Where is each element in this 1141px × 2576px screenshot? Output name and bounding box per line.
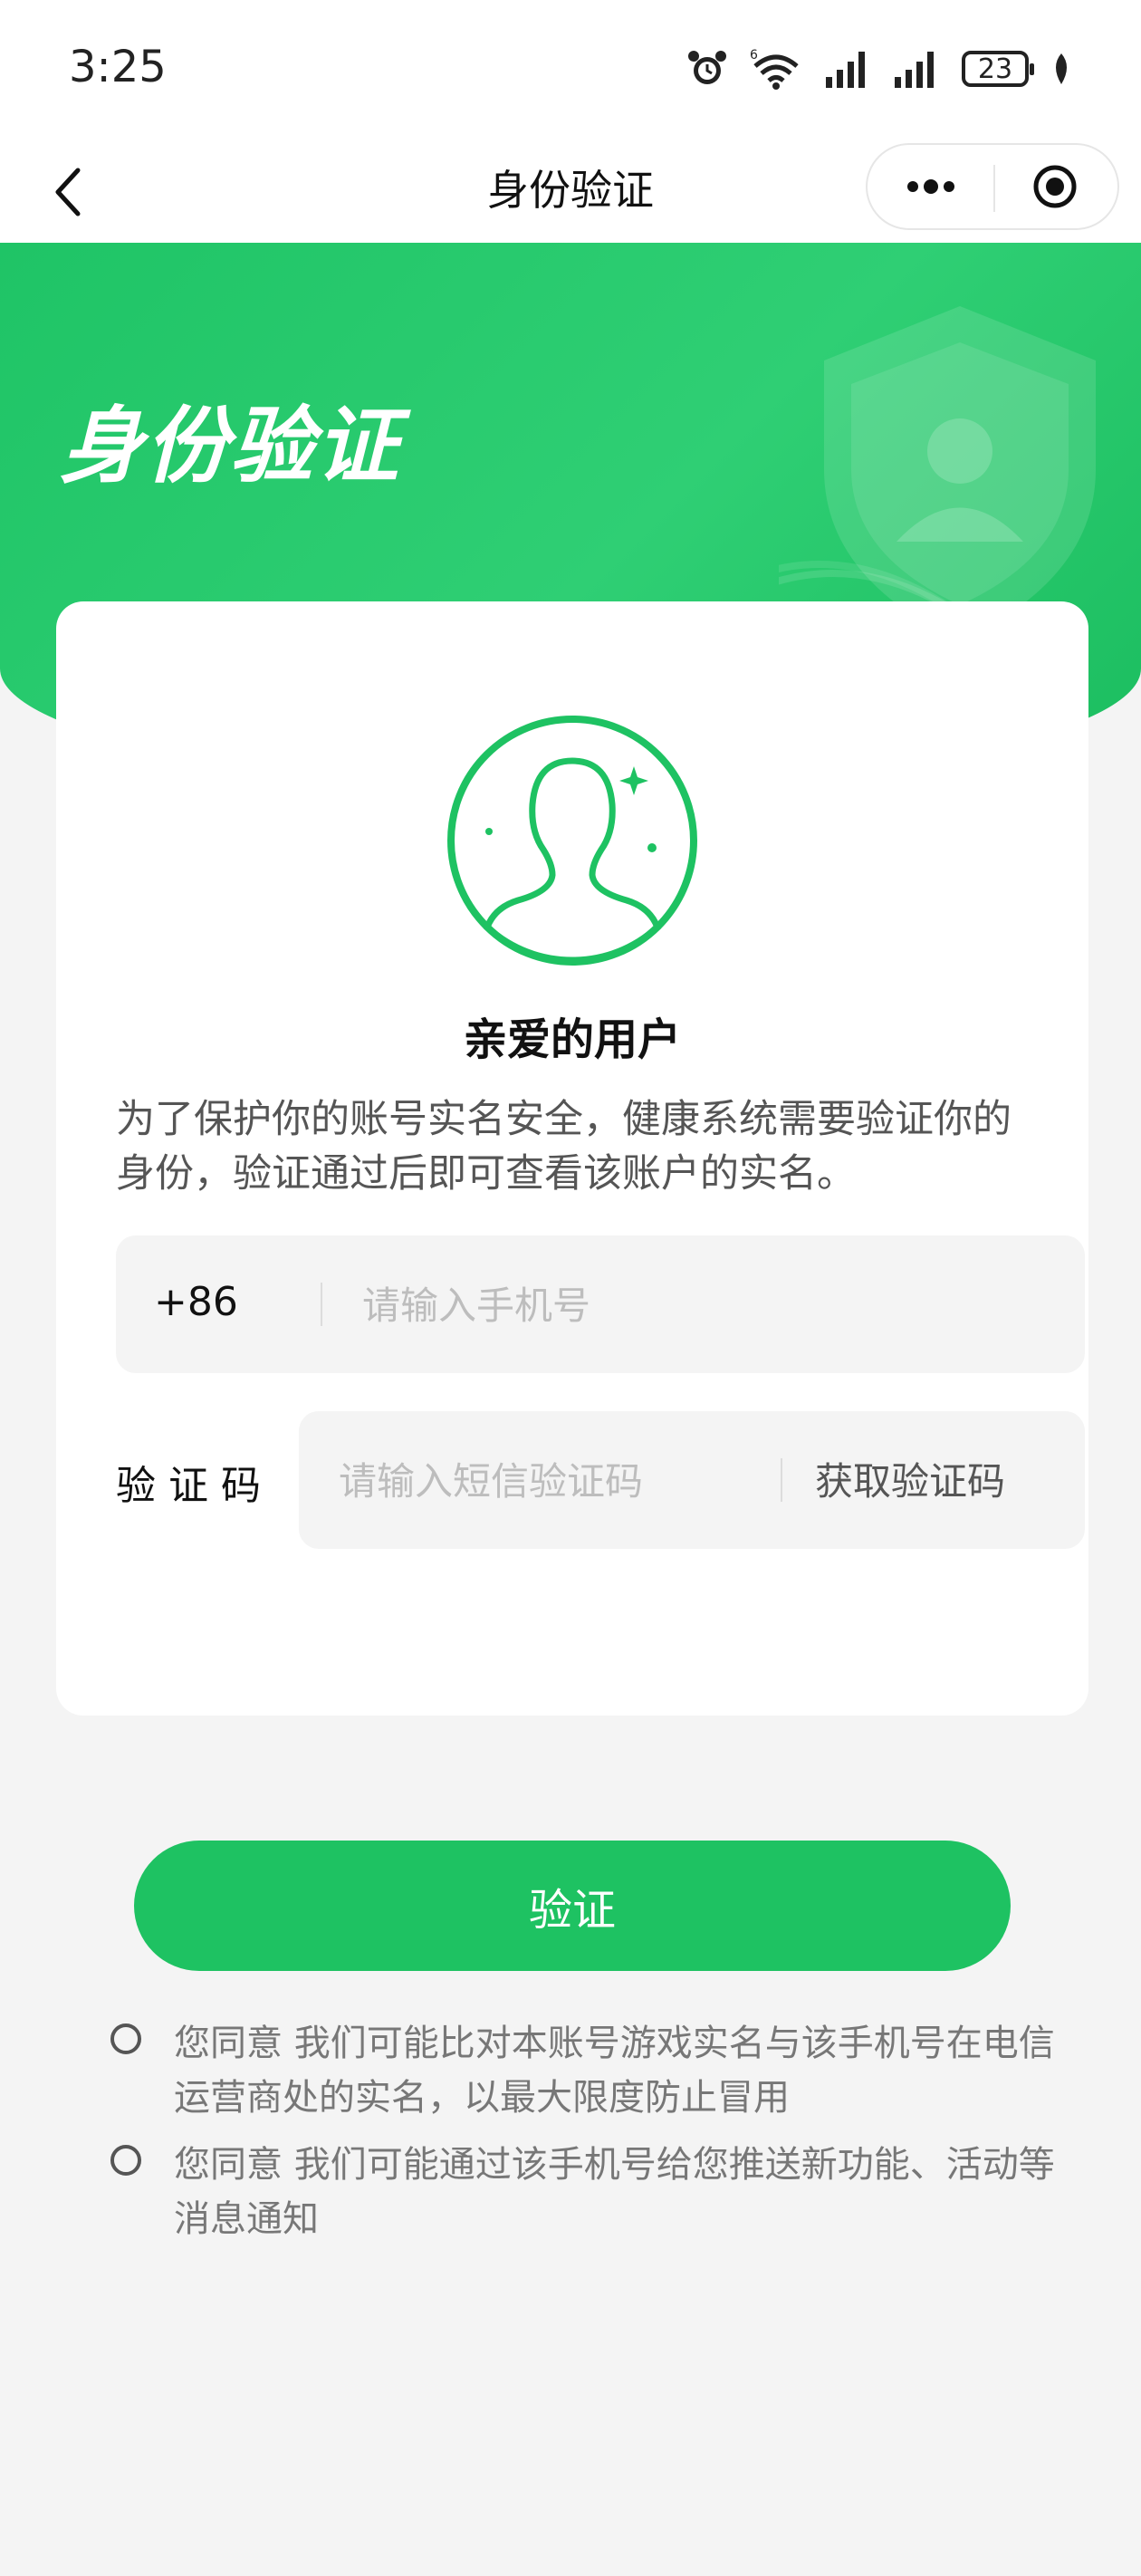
close-button[interactable] xyxy=(992,145,1117,228)
user-avatar-icon xyxy=(447,716,697,966)
agreement-radio[interactable] xyxy=(110,2145,141,2176)
agreement-radio[interactable] xyxy=(110,2023,141,2054)
nav-bar: 身份验证 xyxy=(0,136,1141,245)
more-button[interactable] xyxy=(868,145,993,228)
greeting-title: 亲爱的用户 xyxy=(463,1014,681,1065)
chevron-left-icon xyxy=(55,168,81,216)
country-code[interactable]: +86 xyxy=(154,1279,238,1325)
agreement-text: 您同意 我们可能通过该手机号给您推送新功能、活动等消息通知 xyxy=(174,2144,1055,2240)
battery-icon: 23 xyxy=(962,51,1034,87)
more-dots-icon xyxy=(906,179,954,194)
phone-input[interactable] xyxy=(360,1272,1052,1339)
phone-divider xyxy=(321,1283,322,1326)
status-icons: 6 23 xyxy=(686,47,1072,91)
verify-button[interactable]: 验证 xyxy=(134,1841,1011,1971)
signal-icon xyxy=(895,52,934,88)
mini-program-capsule xyxy=(866,143,1119,230)
verification-card: 亲爱的用户 为了保护你的账号实名安全，健康系统需要验证你的身份，验证通过后即可查… xyxy=(56,601,1088,1716)
agreement-text: 您同意 我们可能比对本账号游戏实名与该手机号在电信运营商处的实名，以最大限度防止… xyxy=(174,2023,1055,2119)
sms-code-field: 获取验证码 xyxy=(299,1411,1085,1549)
hero-title: 身份验证 xyxy=(60,398,401,495)
signal-icon xyxy=(826,52,865,88)
status-bar: 3:25 6 23 xyxy=(0,0,1141,136)
back-button[interactable] xyxy=(33,156,105,228)
alarm-icon xyxy=(688,51,726,84)
phone-field: +86 xyxy=(116,1235,1085,1373)
get-code-button[interactable]: 获取验证码 xyxy=(815,1451,1005,1506)
leaf-icon xyxy=(1056,53,1067,84)
svg-text:6: 6 xyxy=(750,48,758,62)
code-divider xyxy=(781,1458,782,1502)
description-text: 为了保护你的账号实名安全，健康系统需要验证你的身份，验证通过后即可查看该账户的实… xyxy=(116,1097,1012,1197)
status-time: 3:25 xyxy=(69,42,167,92)
sms-code-input[interactable] xyxy=(337,1447,739,1514)
wifi-icon: 6 xyxy=(750,48,799,90)
code-label: 验证码 xyxy=(116,1463,273,1509)
target-close-icon xyxy=(1033,165,1076,208)
